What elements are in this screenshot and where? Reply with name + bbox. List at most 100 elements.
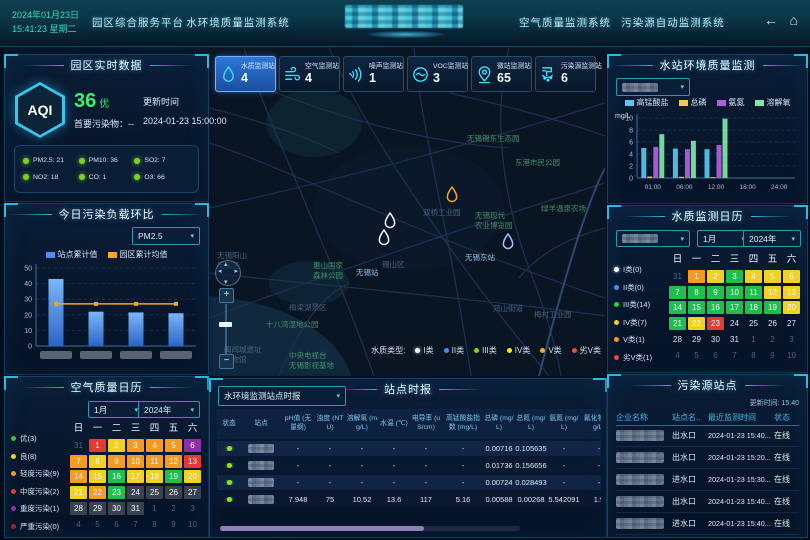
calendar-day: 2 <box>108 439 125 452</box>
table-row: 出水口2024-01-23 15:40...在线 <box>616 425 799 447</box>
calendar-day: 1 <box>688 270 705 283</box>
pan-up-icon[interactable]: ▴ <box>224 260 228 268</box>
map-filter-wind[interactable]: 空气监测站4 <box>279 56 340 92</box>
zoom-slider-handle[interactable] <box>219 322 232 327</box>
legend-swatch-icon <box>679 100 688 106</box>
map-label: 梅村工业园 <box>534 310 572 320</box>
calendar-day: 1 <box>745 333 762 346</box>
calendar-day: 19 <box>165 470 182 483</box>
calendar-day: 6 <box>108 518 125 531</box>
map-label: 鸿山街道 <box>493 304 523 314</box>
legend-dot-icon <box>11 524 16 529</box>
status-cell: 在线 <box>774 496 799 507</box>
calendar-day: 28 <box>70 502 87 515</box>
value-cell: - <box>409 444 443 453</box>
value-cell: - <box>443 461 483 470</box>
pollutant-select[interactable]: PM2.5▾ <box>132 227 200 245</box>
calendar-legend-item: I类(0) <box>614 264 669 275</box>
column-header: 高锰酸盐指 数 (mg/L) <box>443 409 483 439</box>
legend-label: 重度污染(1) <box>20 503 59 514</box>
value-cell: 0.00268 <box>515 495 547 504</box>
station-count: 65 <box>497 71 528 85</box>
calendar-day: 23 <box>108 486 125 499</box>
pollutant-metrics-grid: PM2.5: 21PM10: 36SO2: 7NO2: 18CO: 1O3: 6… <box>14 145 199 193</box>
nav-item[interactable]: 水环境质量监测系统 <box>186 15 290 30</box>
weekday-label: 一 <box>89 421 106 436</box>
legend-label: I类(0) <box>623 264 642 275</box>
home-icon[interactable]: ⌂ <box>790 12 798 28</box>
legend-label: III类(14) <box>623 299 650 310</box>
calendar-day: 15 <box>89 470 106 483</box>
pan-left-icon[interactable]: ◂ <box>218 267 222 275</box>
calendar-day: 31 <box>726 333 743 346</box>
month-select-value: 1月 <box>703 233 716 245</box>
calendar-day: 2 <box>764 333 781 346</box>
legend-dot-icon <box>11 489 16 494</box>
water-drop-marker-icon[interactable] <box>378 229 391 251</box>
horizontal-scrollbar[interactable] <box>220 526 520 531</box>
month-select[interactable]: 1月▾ <box>88 401 144 418</box>
online-dot-icon <box>227 480 232 485</box>
calendar-day: 22 <box>89 486 106 499</box>
legend-label: IV类 <box>515 345 531 356</box>
nav-item[interactable]: 空气质量监测系统 <box>519 15 611 30</box>
value-cell: 0.028493 <box>515 478 547 487</box>
zoom-in-button[interactable]: + <box>219 288 234 303</box>
map-label: 东港市民公园 <box>515 158 560 168</box>
calendar-legend-item: 中度污染(2) <box>11 486 70 497</box>
map-area[interactable]: 水质监测站4空气监测站4噪声监测站1VOC监测站3微站监测站65污染源监测站6 … <box>209 48 605 376</box>
pan-right-icon[interactable]: ▸ <box>234 267 238 275</box>
map-filter-location-pin[interactable]: 微站监测站65 <box>471 56 532 92</box>
legend-label: II类 <box>452 345 464 356</box>
nav-item[interactable]: 园区综合服务平台 <box>92 15 184 30</box>
calendar-day: 2 <box>707 270 724 283</box>
calendar-day: 24 <box>726 317 743 330</box>
map-filter-noise[interactable]: 噪声监测站1 <box>343 56 404 92</box>
redacted-station-name <box>248 444 274 453</box>
calendar-day: 5 <box>688 349 705 362</box>
redacted-system-title <box>345 5 463 28</box>
button-text: 水质监测站4 <box>241 63 272 85</box>
pan-down-icon[interactable]: ▾ <box>224 278 228 286</box>
station-select[interactable]: ▾ <box>616 78 690 96</box>
water-drop-marker-icon[interactable] <box>446 186 459 208</box>
panel-air-calendar: 空气质量日历 1月▾ 2024年▾ 优(3)良(8)轻度污染(9)中度污染(2)… <box>4 376 209 538</box>
redacted-station-name <box>248 495 274 504</box>
redacted-company-name <box>616 496 664 507</box>
time-cell: 2024-01-23 15:40... <box>708 497 774 506</box>
calendar-day: 29 <box>89 502 106 515</box>
calendar-day: 12 <box>764 286 781 299</box>
calendar-day: 9 <box>707 286 724 299</box>
water-drop-marker-icon[interactable] <box>502 233 515 255</box>
calendar-station-select[interactable]: ▾ <box>616 230 690 247</box>
calendar-day: 25 <box>146 486 163 499</box>
calendar-day: 9 <box>764 349 781 362</box>
nav-item[interactable]: 污染源自动监测系统 <box>621 15 725 30</box>
zoom-out-button[interactable]: − <box>219 354 234 369</box>
scrollbar-thumb[interactable] <box>220 526 424 531</box>
button-label: 微站监测站 <box>497 63 528 71</box>
map-label: 无锡站 <box>356 268 379 278</box>
calendar-day: 10 <box>184 518 201 531</box>
panel-title: 污染源站点 <box>678 377 738 393</box>
panel-pollution-sources: 污染源站点 更新时间: 15:40 企业名称站点名..最近监测时间状态 出水口2… <box>607 374 808 538</box>
year-select[interactable]: 2024年▾ <box>743 230 801 247</box>
map-filter-water-drop[interactable]: 水质监测站4 <box>215 56 276 92</box>
map-filter-outfall[interactable]: 污染源监测站6 <box>535 56 596 92</box>
value-cell: 0.105635 <box>515 444 547 453</box>
year-select[interactable]: 2024年▾ <box>138 401 200 418</box>
calendar-day: 31 <box>669 270 686 283</box>
calendar-day: 8 <box>688 286 705 299</box>
button-text: 污染源监测站6 <box>561 63 592 85</box>
report-type-select[interactable]: 水环境监测站点时报▾ <box>218 386 346 406</box>
value-cell: - <box>581 461 601 470</box>
map-filter-voc[interactable]: VOC监测站3 <box>407 56 468 92</box>
svg-text:06:00: 06:00 <box>676 184 693 191</box>
map-pan-control[interactable]: ▴ ▾ ◂ ▸ <box>215 260 241 286</box>
column-header: 状态 <box>217 409 241 439</box>
calendar-day: 17 <box>127 470 144 483</box>
calendar-day: 16 <box>707 301 724 314</box>
report-table-body: ------0.007160.105635--------0.017360.15… <box>217 441 601 509</box>
legend-label: IV类(7) <box>623 317 647 328</box>
back-icon[interactable]: ← <box>764 12 778 28</box>
